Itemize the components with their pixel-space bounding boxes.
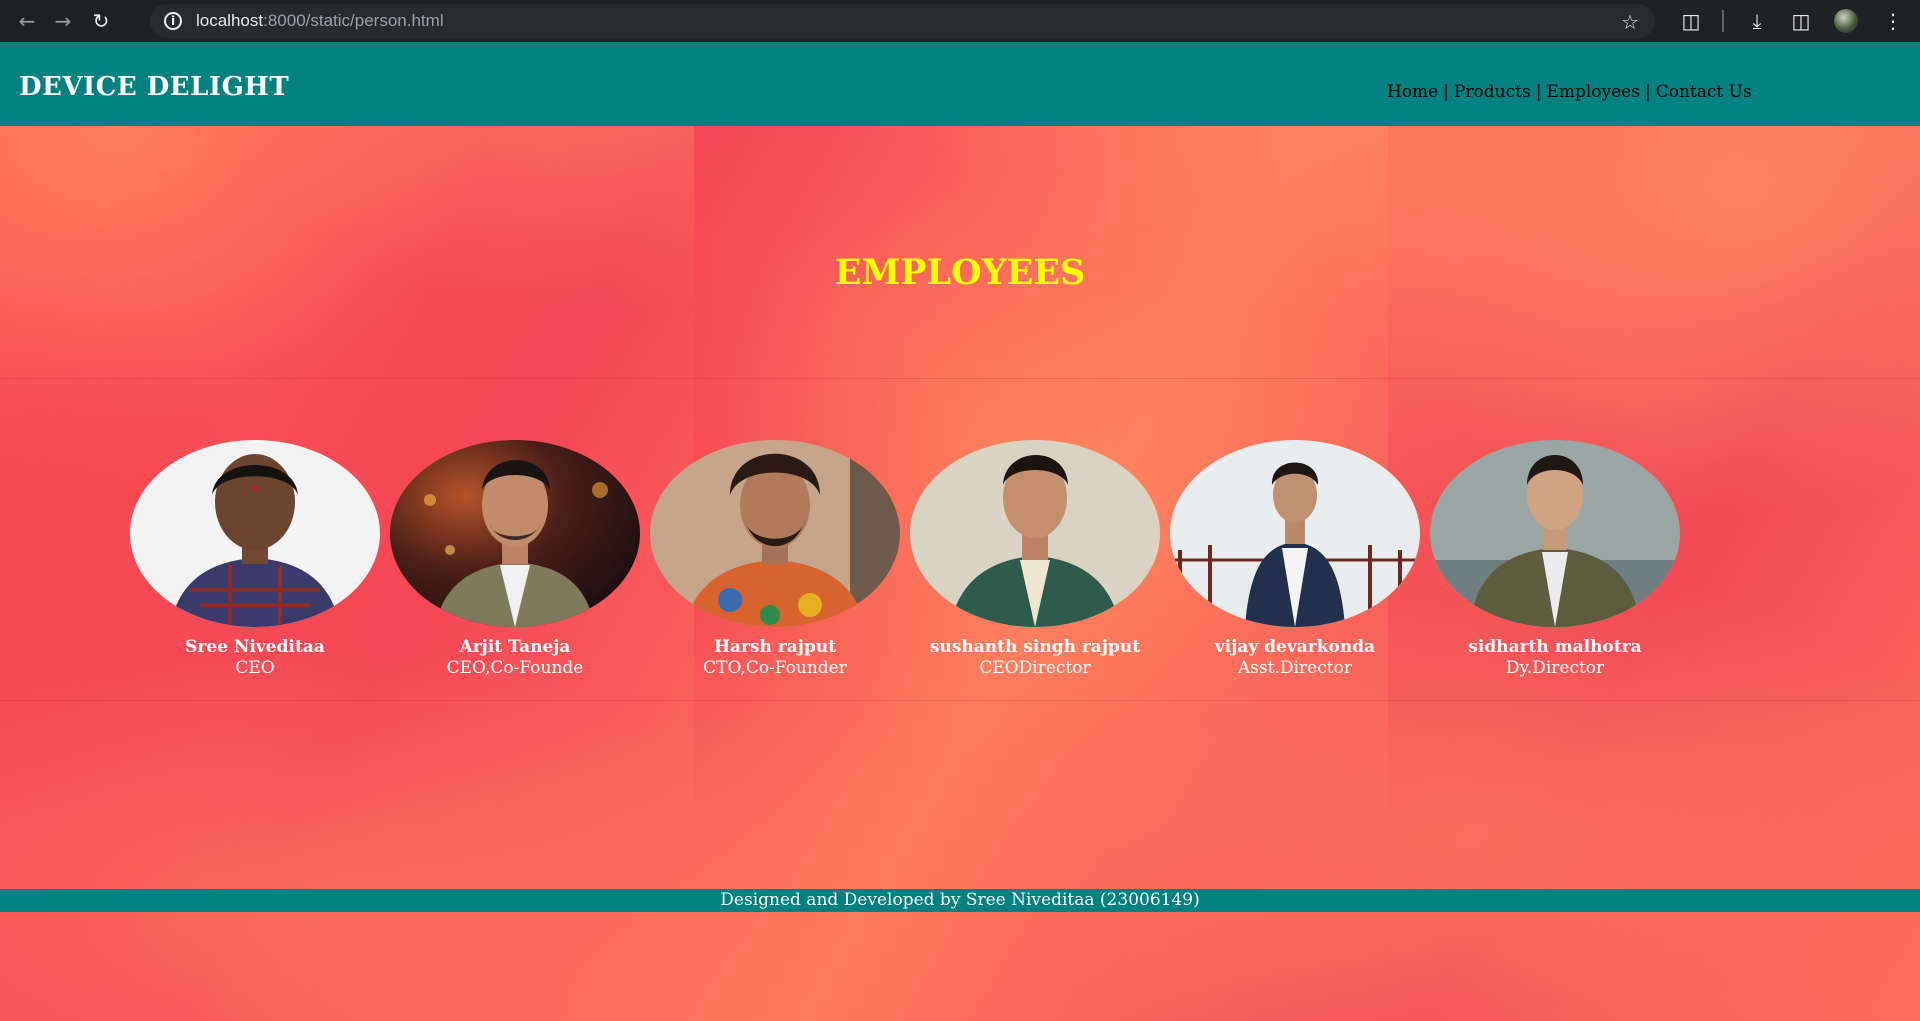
employee-list: Sree Niveditaa CEO Arjit Taneja CEO,Co-F: [130, 440, 1690, 678]
back-icon[interactable]: ←: [7, 0, 47, 42]
main-nav: Home | Products | Employees | Contact Us: [1387, 82, 1752, 102]
employee-role: CEO: [235, 658, 275, 678]
page-body: DEVICE DELIGHT Home | Products | Employees | C…: [0, 42, 1920, 1021]
employee-card: Harsh rajput CTO,Co-Founder: [650, 440, 900, 678]
forward-icon[interactable]: →: [43, 0, 83, 42]
nav-products[interactable]: Products: [1454, 82, 1531, 102]
employee-name: Arjit Taneja: [459, 637, 571, 657]
employee-card: vijay devarkonda Asst.Director: [1170, 440, 1420, 678]
employee-role: Dy.Director: [1505, 658, 1605, 678]
employee-role: CEO,Co-Founde: [446, 658, 584, 678]
profile-avatar[interactable]: [1828, 0, 1864, 42]
nav-employees[interactable]: Employees: [1546, 82, 1640, 102]
employee-name: Harsh rajput: [713, 637, 837, 657]
browser-toolbar: ← → ↻ i localhost:8000/static/person.htm…: [0, 0, 1920, 42]
employee-photo: [910, 440, 1160, 627]
address-bar[interactable]: i localhost:8000/static/person.html ☆: [150, 4, 1655, 38]
nav-separator: |: [1443, 82, 1449, 102]
section-divider: [0, 378, 1920, 379]
employee-photo: [1430, 440, 1680, 627]
menu-icon[interactable]: ⋮: [1875, 0, 1911, 42]
employee-name: vijay devarkonda: [1214, 637, 1376, 657]
page-title: EMPLOYEES: [834, 252, 1086, 293]
bookmark-star-icon[interactable]: ☆: [1621, 10, 1639, 34]
nav-contact-us[interactable]: Contact Us: [1656, 82, 1752, 102]
nav-separator: |: [1644, 82, 1651, 102]
toolbar-divider: [1722, 10, 1724, 32]
section-divider: [0, 700, 1920, 701]
url-host: localhost: [196, 11, 264, 30]
site-footer: Designed and Developed by Sree Niveditaa…: [0, 889, 1920, 912]
url-path: :8000/static/person.html: [263, 11, 444, 30]
employee-name: sidharth malhotra: [1468, 637, 1642, 657]
brand-logo[interactable]: DEVICE DELIGHT: [19, 72, 289, 102]
nav-separator: |: [1535, 82, 1542, 102]
download-icon[interactable]: ⤓: [1739, 0, 1775, 42]
employee-card: Sree Niveditaa CEO: [130, 440, 380, 678]
employee-role: CTO,Co-Founder: [703, 658, 847, 678]
employee-role: Asst.Director: [1238, 658, 1352, 678]
employee-photo: [130, 440, 380, 627]
employee-card: sidharth malhotra Dy.Director: [1430, 440, 1680, 678]
extensions-icon[interactable]: ◫: [1673, 0, 1709, 42]
site-info-icon[interactable]: i: [164, 12, 182, 30]
employee-card: sushanth singh rajput CEODirector: [910, 440, 1160, 678]
employee-role: CEODirector: [979, 658, 1091, 678]
reload-icon[interactable]: ↻: [81, 0, 121, 42]
employee-name: sushanth singh rajput: [929, 637, 1141, 657]
employee-photo: [390, 440, 640, 627]
employee-name: Sree Niveditaa: [185, 637, 325, 657]
nav-home[interactable]: Home: [1387, 82, 1438, 102]
employee-card: Arjit Taneja CEO,Co-Founde: [390, 440, 640, 678]
footer-credit: Designed and Developed by Sree Niveditaa…: [720, 890, 1200, 910]
side-panel-icon[interactable]: ◫: [1783, 0, 1819, 42]
url-text[interactable]: localhost:8000/static/person.html: [196, 11, 444, 31]
employee-photo: [650, 440, 900, 627]
employee-photo: [1170, 440, 1420, 627]
site-header: DEVICE DELIGHT Home | Products | Employees | C…: [0, 42, 1920, 126]
